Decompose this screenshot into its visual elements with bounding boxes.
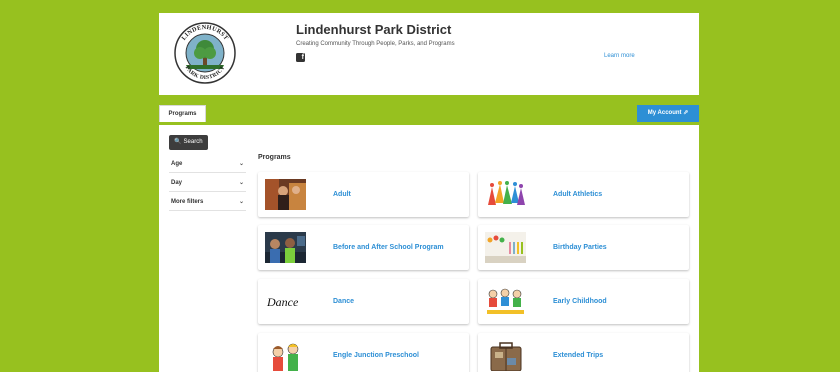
chevron-down-icon: ⌄ — [238, 199, 244, 205]
program-card-birthday-parties[interactable]: Birthday Parties — [478, 225, 689, 270]
search-button[interactable]: 🔍 Search — [169, 135, 208, 150]
tab-programs[interactable]: Programs — [159, 105, 206, 122]
content-panel: 🔍 Search Age ⌄ Day ⌄ More filters ⌄ Prog… — [159, 125, 699, 372]
dance-script: Dance — [265, 286, 306, 317]
athletics-art — [485, 179, 526, 210]
program-card-label: Dance — [333, 298, 355, 305]
program-card-label: Extended Trips — [553, 352, 604, 359]
program-card-before-after-school[interactable]: Before and After School Program — [258, 225, 469, 270]
program-card-extended-trips[interactable]: Extended Trips — [478, 333, 689, 372]
suitcase-photo — [485, 340, 526, 371]
chevron-down-icon: ⌄ — [238, 161, 244, 167]
park-district-logo[interactable]: LINDENHURST PARK DISTRICT — [173, 21, 237, 85]
program-card-label: Birthday Parties — [553, 244, 607, 251]
program-card-label: Before and After School Program — [333, 244, 444, 251]
org-name: Lindenhurst Park District — [296, 22, 452, 37]
chevron-down-icon: ⌄ — [238, 180, 244, 186]
program-card-label: Adult — [333, 191, 351, 198]
kids-drawing — [485, 286, 526, 317]
school-photo — [265, 232, 306, 263]
svg-text:Dance: Dance — [266, 295, 299, 309]
filter-label: Day — [171, 180, 183, 186]
org-tagline: Creating Community Through People, Parks… — [296, 41, 455, 47]
filter-age[interactable]: Age ⌄ — [169, 156, 246, 173]
program-card-dance[interactable]: Dance Dance — [258, 279, 469, 324]
program-card-adult[interactable]: Adult — [258, 172, 469, 217]
my-account-button[interactable]: My Account ⇗ — [637, 105, 699, 122]
filter-day[interactable]: Day ⌄ — [169, 175, 246, 192]
program-card-label: Engle Junction Preschool — [333, 352, 419, 359]
facebook-icon[interactable]: f — [296, 53, 305, 62]
section-title: Programs — [258, 154, 291, 161]
program-card-label: Adult Athletics — [553, 191, 603, 198]
program-card-adult-athletics[interactable]: Adult Athletics — [478, 172, 689, 217]
learn-more-link[interactable]: Learn more — [604, 53, 635, 59]
header-panel: LINDENHURST PARK DISTRICT Lindenhurst Pa… — [159, 13, 699, 95]
program-card-label: Early Childhood — [553, 298, 607, 305]
filter-label: Age — [171, 161, 183, 167]
adult-photo — [265, 179, 306, 210]
filter-more[interactable]: More filters ⌄ — [169, 194, 246, 211]
filter-label: More filters — [171, 199, 204, 205]
preschool-art — [265, 340, 306, 371]
program-card-early-childhood[interactable]: Early Childhood — [478, 279, 689, 324]
program-card-engle-junction[interactable]: Engle Junction Preschool — [258, 333, 469, 372]
party-photo — [485, 232, 526, 263]
